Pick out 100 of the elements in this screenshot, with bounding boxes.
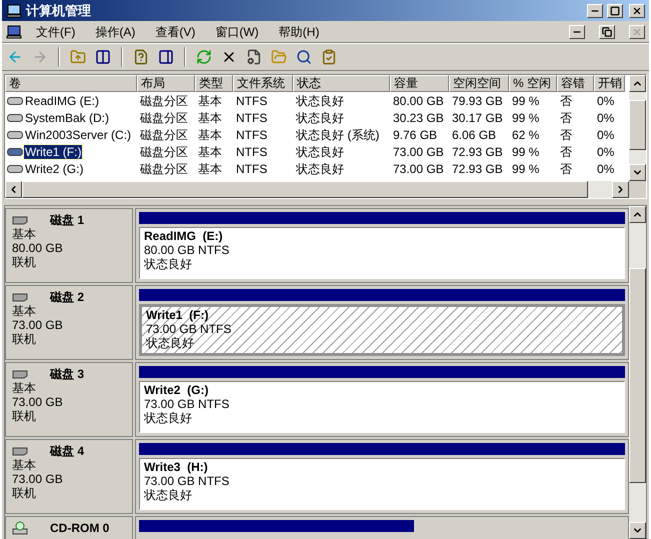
search-icon[interactable] <box>295 48 313 66</box>
free-percent-cell: 99 % <box>512 162 540 176</box>
volume-name[interactable]: ReadIMG (E:) <box>24 94 100 108</box>
tree-pane-icon[interactable] <box>94 48 112 66</box>
scroll-arrow-button[interactable] <box>5 181 22 198</box>
filesystem-cell: NTFS <box>236 94 268 108</box>
vertical-scrollbar[interactable] <box>629 206 646 539</box>
volume-name[interactable]: Win2003Server (C:) <box>24 128 132 142</box>
menu-item[interactable]: 帮助(H) <box>278 22 320 40</box>
free-space-cell: 30.17 GB <box>452 110 503 124</box>
status-cell: 状态良好 (系统) <box>296 128 380 142</box>
disk-name: 磁盘 2 <box>50 290 84 304</box>
fault-tolerance-cell: 否 <box>560 128 572 142</box>
volume-name[interactable]: Write1 (F:) <box>24 144 82 158</box>
volume-name[interactable]: Write2 (G:) <box>24 162 84 176</box>
partition-box[interactable]: Write1 (F:) 73.00 GB NTFS 状态良好 <box>139 304 625 356</box>
column-header[interactable]: 开销 <box>594 75 625 92</box>
column-header[interactable]: 卷 <box>5 75 137 92</box>
fault-tolerance-cell: 否 <box>560 144 572 158</box>
status-cell: 状态良好 <box>296 162 344 176</box>
cd-drive-icon <box>12 521 28 535</box>
fault-tolerance-cell: 否 <box>560 94 572 108</box>
scrollbar-corner <box>629 181 646 198</box>
column-header[interactable]: 容错 <box>557 75 594 92</box>
layout-cell: 磁盘分区 <box>140 110 188 124</box>
close-button[interactable] <box>629 4 645 18</box>
menu-item[interactable]: 窗口(W) <box>215 22 259 40</box>
column-header[interactable]: 类型 <box>195 75 233 92</box>
window-title: 计算机管理 <box>26 2 91 20</box>
disk-size: 73.00 GB <box>12 318 64 332</box>
column-header[interactable]: 状态 <box>293 75 390 92</box>
partition-status: 状态良好 <box>144 257 193 271</box>
volume-name[interactable]: SystemBak (D:) <box>24 110 110 124</box>
maximize-icon <box>610 6 620 16</box>
drive-icon <box>7 96 23 106</box>
close-button[interactable] <box>629 24 645 38</box>
drive-icon <box>7 164 23 174</box>
free-percent-cell: 99 % <box>512 144 540 158</box>
partition-box[interactable]: Write2 (G:) 73.00 GB NTFS 状态良好 <box>139 381 625 433</box>
partition-detail: 80.00 GB NTFS <box>144 243 230 257</box>
vertical-scrollbar[interactable] <box>629 75 646 181</box>
partition-status: 状态良好 <box>144 488 193 502</box>
checklist-icon[interactable] <box>320 48 338 66</box>
partition-box[interactable]: ReadIMG (E:) 80.00 GB NTFS 状态良好 <box>139 227 625 279</box>
menu-item[interactable]: 操作(A) <box>95 22 136 40</box>
free-percent-cell: 99 % <box>512 94 540 108</box>
scroll-arrow-button[interactable] <box>612 181 629 198</box>
disk-name: 磁盘 3 <box>50 367 84 381</box>
free-space-cell: 72.93 GB <box>452 144 503 158</box>
scrollbar-thumb[interactable] <box>629 100 646 150</box>
column-header[interactable]: 文件系统 <box>233 75 293 92</box>
column-header[interactable]: 容量 <box>390 75 449 92</box>
disk-type: 基本 <box>12 304 37 318</box>
menu-item[interactable]: 查看(V) <box>155 22 196 40</box>
computer-icon <box>6 24 22 38</box>
capacity-cell: 80.00 GB <box>393 94 444 108</box>
minimize-button[interactable] <box>587 4 603 18</box>
scrollbar-thumb[interactable] <box>629 268 646 483</box>
maximize-button[interactable] <box>607 4 623 18</box>
properties-icon[interactable] <box>245 48 263 66</box>
filesystem-cell: NTFS <box>236 162 268 176</box>
menu-item[interactable]: 文件(F) <box>36 22 76 40</box>
column-header[interactable]: 布局 <box>137 75 195 92</box>
free-space-cell: 6.06 GB <box>452 128 496 142</box>
filesystem-cell: NTFS <box>236 128 268 142</box>
computer-icon <box>6 4 22 18</box>
capacity-cell: 73.00 GB <box>393 144 444 158</box>
disk-status: 联机 <box>12 332 37 346</box>
partition-status: 状态良好 <box>146 336 195 350</box>
close-icon <box>632 26 642 36</box>
restore-button[interactable] <box>599 24 615 38</box>
column-header[interactable]: % 空闲 <box>509 75 557 92</box>
disk-status: 联机 <box>12 486 37 500</box>
disk-type: 基本 <box>12 458 37 472</box>
layout-cell: 磁盘分区 <box>140 128 188 142</box>
overhead-cell: 0% <box>597 110 614 124</box>
type-cell: 基本 <box>198 144 222 158</box>
scroll-arrow-button[interactable] <box>629 164 646 181</box>
partition-detail: 73.00 GB NTFS <box>146 322 232 336</box>
scroll-arrow-button[interactable] <box>629 75 646 92</box>
disk-size: 73.00 GB <box>12 395 64 409</box>
scroll-arrow-button[interactable] <box>629 522 646 539</box>
help-icon[interactable] <box>132 48 150 66</box>
minimize-button[interactable] <box>569 24 585 38</box>
partition-name: Write3 (H:) <box>144 460 209 474</box>
free-space-cell: 79.93 GB <box>452 94 503 108</box>
scroll-arrow-button[interactable] <box>629 206 646 223</box>
overhead-cell: 0% <box>597 144 614 158</box>
column-header[interactable]: 空闲空间 <box>449 75 509 92</box>
layout-cell: 磁盘分区 <box>140 162 188 176</box>
partition-box[interactable]: Write3 (H:) 73.00 GB NTFS 状态良好 <box>139 458 625 510</box>
disk-size: 80.00 GB <box>12 241 64 255</box>
drive-icon <box>7 112 23 122</box>
disk-name: CD-ROM 0 <box>50 521 110 535</box>
overhead-cell: 0% <box>597 94 614 108</box>
disk-status: 联机 <box>12 255 37 269</box>
disk-type: 基本 <box>12 381 37 395</box>
action-pane-icon[interactable] <box>157 48 175 66</box>
partition-name: Write1 (F:) <box>146 308 210 322</box>
status-cell: 状态良好 <box>296 144 344 158</box>
